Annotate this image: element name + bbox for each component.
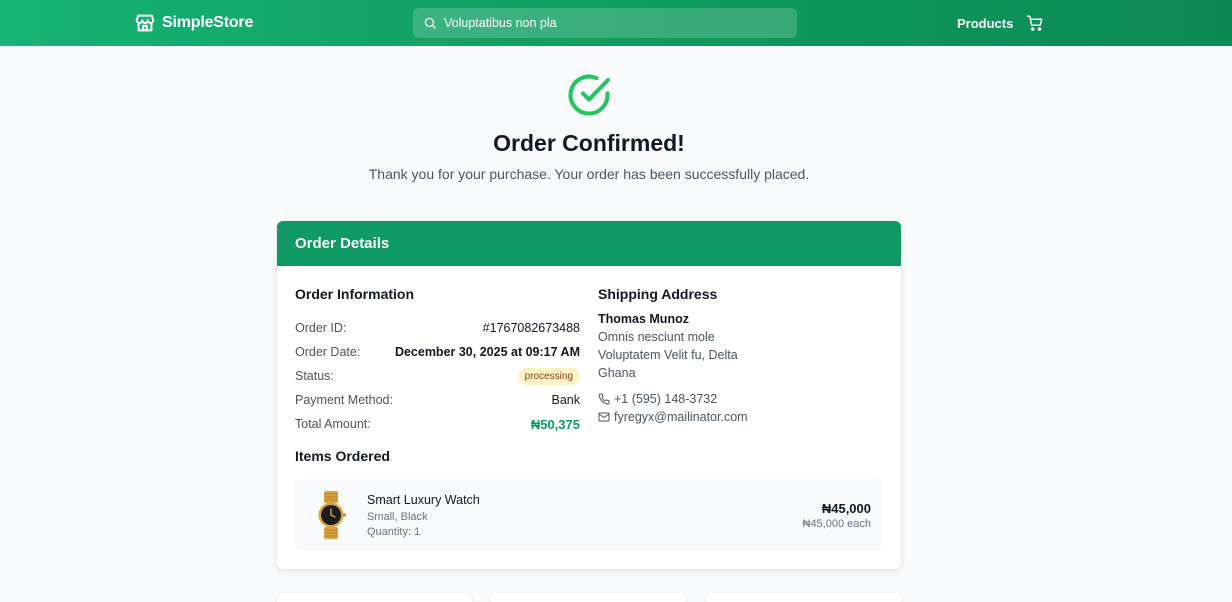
- check-circle-icon: [568, 74, 610, 116]
- store-icon: [135, 14, 155, 32]
- order-date-value: December 30, 2025 at 09:17 AM: [394, 345, 580, 359]
- watch-product-image: [318, 491, 346, 539]
- payment-method-row: Payment Method: Bank: [295, 388, 580, 412]
- brand-logo-link[interactable]: SimpleStore: [134, 12, 253, 34]
- order-details-card: Order Details Order Information Order ID…: [277, 221, 901, 569]
- top-navbar: SimpleStore Products: [0, 0, 1232, 46]
- confirmation-message: Thank you for your purchase. Your order …: [368, 166, 810, 182]
- total-amount-label: Total Amount:: [295, 417, 371, 431]
- shipping-phone: +1 (595) 148-3732: [598, 390, 883, 408]
- search-input[interactable]: [444, 16, 784, 30]
- next-steps-card: [706, 593, 901, 602]
- cart-icon[interactable]: [1026, 14, 1044, 32]
- item-name: Smart Luxury Watch: [367, 493, 480, 507]
- mail-icon: [598, 412, 610, 422]
- page-title: Order Confirmed!: [493, 130, 685, 156]
- total-amount-row: Total Amount: ₦50,375: [295, 412, 580, 436]
- item-unit-price: ₦45,000 each: [802, 518, 872, 530]
- shipping-address-title: Shipping Address: [598, 286, 718, 302]
- total-amount-value: ₦50,375: [530, 416, 580, 432]
- phone-icon: [598, 393, 610, 405]
- order-details-heading: Order Details: [295, 235, 390, 252]
- order-id-value: #1767082673488: [482, 321, 580, 335]
- shipping-name: Thomas Munoz: [598, 312, 689, 326]
- order-date-label: Order Date:: [295, 345, 361, 359]
- order-date-row: Order Date: December 30, 2025 at 09:17 A…: [295, 340, 580, 364]
- status-label: Status:: [295, 369, 334, 383]
- next-steps-card: [277, 593, 472, 602]
- order-item: Smart Luxury Watch Small, Black Quantity…: [295, 479, 883, 551]
- payment-method-label: Payment Method:: [295, 393, 393, 407]
- nav-products-link[interactable]: Products: [957, 16, 1013, 31]
- item-variant: Small, Black: [367, 511, 428, 523]
- item-price: ₦45,000: [821, 501, 871, 516]
- status-badge: processing: [517, 367, 580, 385]
- status-row: Status: processing: [295, 364, 580, 388]
- next-steps-card: [491, 593, 686, 602]
- search-box: [413, 8, 797, 38]
- order-details-header: Order Details: [277, 221, 901, 266]
- shipping-phone-value: +1 (595) 148-3732: [614, 392, 718, 406]
- shipping-email: fyregyx@mailinator.com: [598, 408, 883, 426]
- shipping-address-line: Voluptatem Velit fu, Delta: [598, 348, 738, 362]
- shipping-email-value: fyregyx@mailinator.com: [614, 410, 748, 424]
- order-information-title: Order Information: [295, 286, 415, 302]
- shipping-address-line: Ghana: [598, 366, 636, 380]
- order-id-row: Order ID: #1767082673488: [295, 316, 580, 340]
- payment-method-value: Bank: [551, 393, 581, 407]
- items-ordered-title: Items Ordered: [295, 448, 390, 464]
- brand-name: SimpleStore: [162, 14, 254, 31]
- item-quantity: Quantity: 1: [367, 526, 421, 538]
- shipping-address-section: Shipping Address Thomas Munoz Omnis nesc…: [598, 286, 883, 426]
- search-icon: [424, 17, 436, 29]
- shipping-address-line: Omnis nesciunt mole: [598, 330, 715, 344]
- order-id-label: Order ID:: [295, 321, 347, 335]
- order-information-section: Order Information Order ID: #17670826734…: [295, 286, 580, 436]
